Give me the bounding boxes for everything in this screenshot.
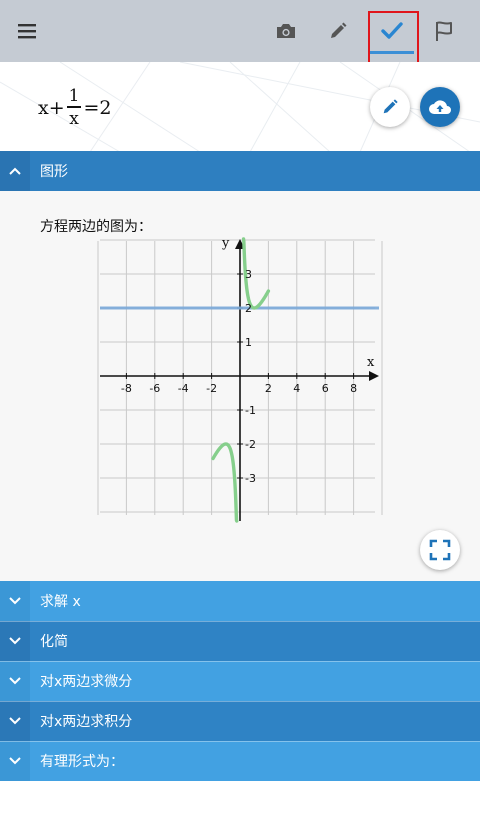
chevron-up-icon — [0, 151, 30, 191]
graph-tick-labels: -8 -6 -4 -2 2 4 6 8 3 2 1 -1 -2 -3 x y — [121, 236, 375, 485]
divider — [0, 661, 480, 662]
menu-icon[interactable] — [8, 11, 48, 51]
section-label: 求解 x — [40, 594, 81, 610]
y-tick-label: -3 — [245, 472, 256, 485]
x-axis-arrow — [369, 371, 379, 381]
fraction-denominator: x — [69, 108, 79, 129]
section-simplify[interactable]: 化简 — [0, 621, 480, 661]
divider — [0, 621, 480, 622]
function-graph[interactable]: -8 -6 -4 -2 2 4 6 8 3 2 1 -1 -2 -3 x y — [95, 233, 385, 523]
section-label: 化简 — [40, 634, 68, 650]
section-label: 对x两边求微分 — [40, 674, 133, 690]
y-axis-label: y — [221, 236, 230, 251]
pencil-icon[interactable] — [318, 11, 358, 51]
chevron-down-icon — [0, 701, 30, 741]
graph-section-title: 图形 — [40, 164, 68, 180]
section-rational-form[interactable]: 有理形式为： — [0, 741, 480, 781]
x-tick-label: 6 — [322, 382, 329, 395]
equation-lhs: x+ — [38, 96, 65, 119]
chevron-down-icon — [0, 581, 30, 621]
section-label: 对x两边求积分 — [40, 714, 133, 730]
graph-section-header[interactable]: 图形 — [0, 151, 480, 191]
cloud-upload-icon — [429, 100, 451, 114]
y-tick-label: 3 — [245, 268, 252, 281]
section-solve-x[interactable]: 求解 x — [0, 581, 480, 621]
camera-icon[interactable] — [266, 11, 306, 51]
y-tick-label: -2 — [245, 438, 256, 451]
pencil-icon — [383, 99, 398, 114]
graph-axes — [100, 239, 379, 521]
active-tab-indicator — [370, 51, 414, 54]
fraction-numerator: 1 — [68, 86, 80, 106]
chevron-down-icon — [0, 661, 30, 701]
section-integrate[interactable]: 对x两边求积分 — [0, 701, 480, 741]
y-tick-label: 2 — [245, 302, 252, 315]
cloud-upload-button[interactable] — [420, 87, 460, 127]
x-tick-label: -4 — [178, 382, 189, 395]
equation-display[interactable]: x+ 1 x =2 — [38, 86, 111, 130]
lhs-curve-negative — [211, 442, 239, 523]
chevron-down-icon — [0, 621, 30, 661]
x-tick-label: -6 — [149, 382, 160, 395]
y-tick-label: -1 — [245, 404, 256, 417]
chevron-down-icon — [0, 741, 30, 781]
top-toolbar — [0, 0, 480, 62]
edit-equation-button[interactable] — [370, 87, 410, 127]
fullscreen-button[interactable] — [420, 530, 460, 570]
equation-rhs: =2 — [83, 96, 112, 119]
equation-fraction: 1 x — [67, 86, 82, 130]
x-tick-label: -8 — [121, 382, 132, 395]
y-tick-label: 1 — [245, 336, 252, 349]
x-tick-label: -2 — [206, 382, 217, 395]
x-tick-label: 4 — [293, 382, 300, 395]
fullscreen-icon — [429, 539, 451, 561]
x-axis-label: x — [367, 355, 375, 370]
x-tick-label: 2 — [265, 382, 272, 395]
check-icon[interactable] — [372, 11, 412, 51]
flag-icon[interactable] — [424, 11, 464, 51]
x-tick-label: 8 — [350, 382, 357, 395]
divider — [0, 741, 480, 742]
divider — [0, 701, 480, 702]
section-differentiate[interactable]: 对x两边求微分 — [0, 661, 480, 701]
section-label: 有理形式为： — [40, 754, 124, 770]
